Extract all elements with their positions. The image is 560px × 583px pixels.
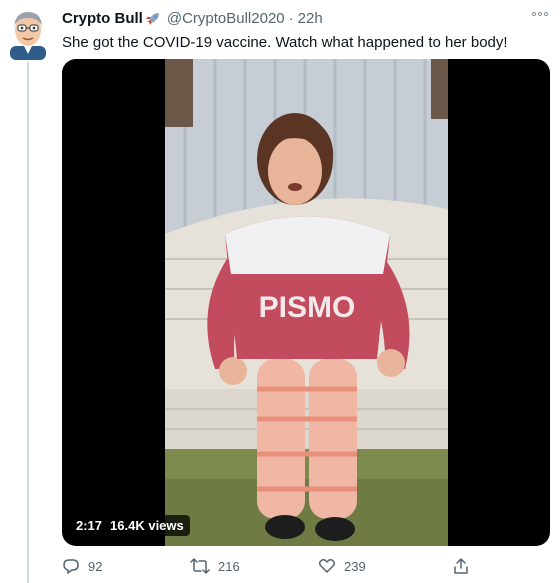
- share-button[interactable]: [452, 555, 470, 577]
- rocket-icon: [145, 12, 159, 25]
- retweet-button[interactable]: 216: [190, 555, 240, 577]
- author-handle[interactable]: @CryptoBull2020: [167, 10, 285, 27]
- video-duration: 2:17: [76, 518, 103, 533]
- author-name[interactable]: Crypto Bull: [62, 10, 143, 27]
- more-options-icon[interactable]: [532, 12, 548, 16]
- video-frame: PISMO: [165, 59, 448, 546]
- heart-icon: [318, 559, 336, 573]
- video-info-badge: 2:17 16.4K views: [70, 515, 190, 536]
- tweet-time[interactable]: 22h: [298, 10, 323, 27]
- reply-icon: [63, 559, 79, 574]
- like-count: 239: [344, 558, 366, 574]
- avatar[interactable]: [8, 8, 48, 60]
- retweet-count: 216: [218, 558, 240, 574]
- tweet-header: Crypto Bull @CryptoBull2020 · 22h: [62, 10, 520, 27]
- separator-dot: ·: [288, 10, 294, 27]
- like-button[interactable]: 239: [318, 555, 366, 577]
- video-views: 16.4K views: [110, 518, 184, 533]
- thread-line: [27, 62, 29, 583]
- tweet-text: She got the COVID-19 vaccine. Watch what…: [62, 34, 508, 51]
- share-icon: [454, 558, 468, 574]
- reply-button[interactable]: 92: [62, 555, 102, 577]
- video-player[interactable]: PISMO 2:17 16.4K views: [62, 59, 550, 546]
- tweet-actions: 92 216 239: [62, 555, 522, 577]
- retweet-icon: [190, 558, 210, 574]
- reply-count: 92: [88, 558, 103, 574]
- sweater-text: PISMO: [259, 291, 356, 324]
